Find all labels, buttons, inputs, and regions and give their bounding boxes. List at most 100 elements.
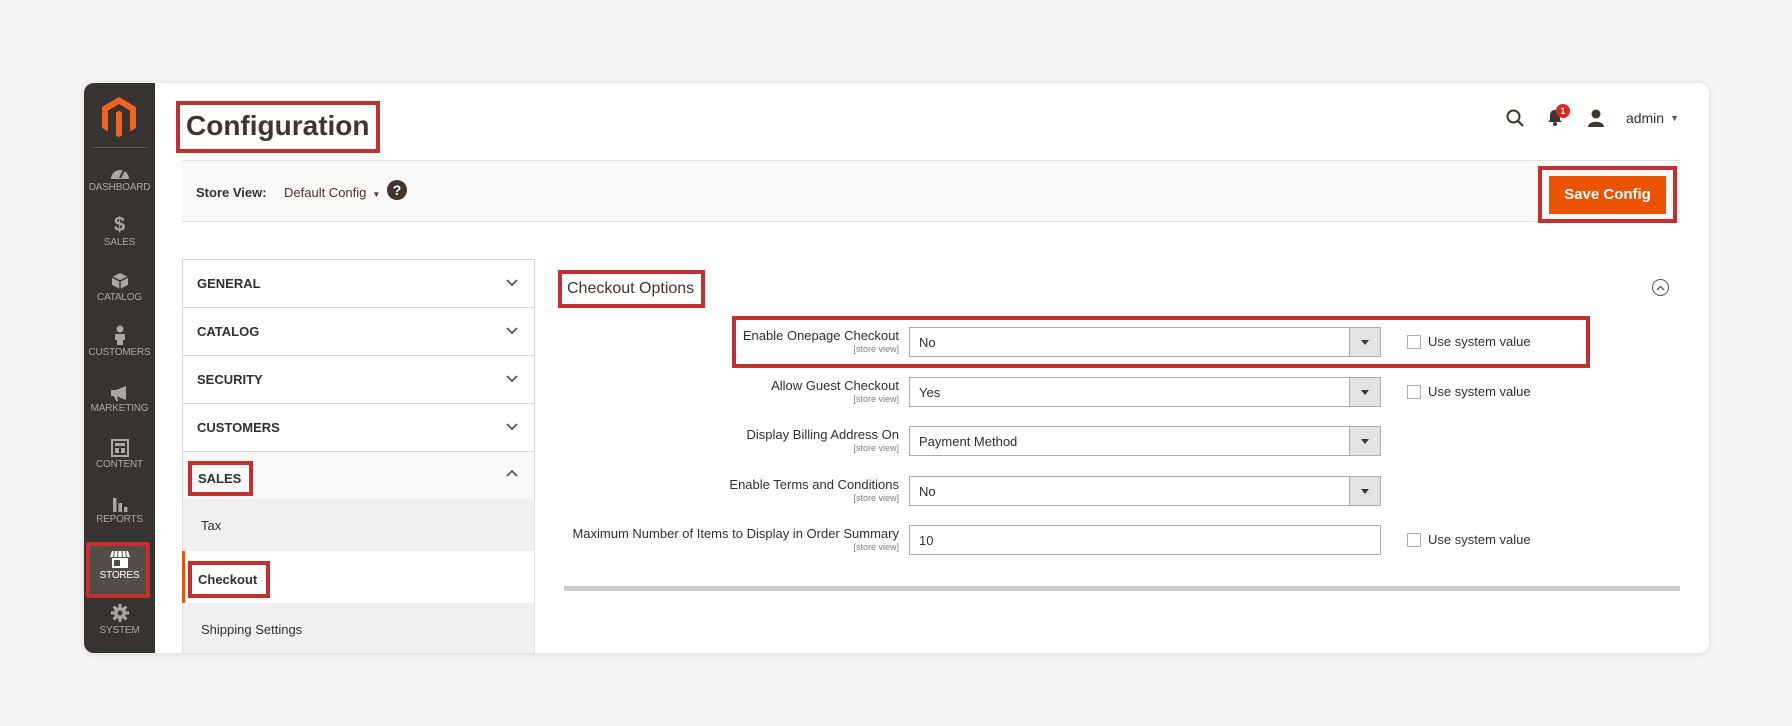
- person-icon: [114, 325, 125, 345]
- notification-count-badge: 1: [1555, 104, 1570, 118]
- config-item-label: Shipping Settings: [201, 622, 303, 637]
- section-title[interactable]: Checkout Options: [558, 270, 706, 308]
- checkbox[interactable]: [1407, 384, 1421, 399]
- store-view-bar: Store View: Default Config ▼ ? Save Confi…: [182, 160, 1680, 223]
- chevron-down-icon: [506, 423, 518, 431]
- rail-item-reports[interactable]: REPORTS: [84, 490, 155, 544]
- dropdown-arrow-icon: [1349, 378, 1380, 406]
- field-row-max-items-order-summary: Maximum Number of Items to Display in Or…: [558, 525, 1678, 555]
- select-value: No: [919, 484, 936, 499]
- config-section-security[interactable]: SECURITY: [182, 355, 535, 404]
- config-section-customers[interactable]: CUSTOMERS: [182, 403, 535, 452]
- config-item-shipping-settings[interactable]: Shipping Settings: [182, 603, 535, 653]
- config-section-sales[interactable]: SALES: [182, 451, 535, 500]
- dropdown-arrow-icon: [1349, 477, 1380, 505]
- field-row-display-billing-address-on: Display Billing Address On [store view] …: [558, 426, 1678, 456]
- cube-icon: [111, 273, 128, 289]
- chevron-down-icon: [506, 375, 518, 383]
- use-system-value-label: Use system value: [1428, 532, 1531, 547]
- rail-separator: [92, 147, 147, 148]
- rail-item-sales[interactable]: $ SALES: [84, 213, 155, 267]
- magento-logo[interactable]: [98, 95, 140, 139]
- rail-label: CATALOG: [97, 292, 142, 303]
- rail-label: MARKETING: [90, 403, 149, 414]
- config-item-tax[interactable]: Tax: [182, 499, 535, 551]
- use-system-value-checkbox[interactable]: Use system value: [1407, 334, 1531, 349]
- layout-icon: [110, 439, 129, 457]
- header-actions: 1 admin ▼: [1484, 104, 1679, 130]
- field-row-allow-guest-checkout: Allow Guest Checkout [store view] Yes Us…: [558, 377, 1678, 407]
- use-system-value-label: Use system value: [1428, 384, 1531, 399]
- save-config-button[interactable]: Save Config: [1549, 175, 1666, 214]
- use-system-value-checkbox[interactable]: Use system value: [1407, 532, 1531, 547]
- dollar-icon: $: [114, 214, 125, 236]
- config-section-label: SECURITY: [197, 372, 263, 387]
- admin-sidebar: DASHBOARD $ SALES CATALOG CUSTOMERS MARK…: [84, 83, 155, 653]
- rail-item-content[interactable]: CONTENT: [84, 435, 155, 489]
- megaphone-icon: [110, 386, 126, 401]
- rail-label: STORES: [99, 570, 140, 581]
- rail-label: SYSTEM: [99, 625, 140, 636]
- admin-username: admin: [1625, 110, 1665, 126]
- display-billing-address-select[interactable]: Payment Method: [909, 426, 1381, 456]
- field-label: Enable Onepage Checkout: [742, 328, 899, 343]
- chevron-down-icon: ▼: [1670, 113, 1679, 123]
- max-items-input[interactable]: 10: [909, 525, 1381, 555]
- rail-label: DASHBOARD: [88, 182, 151, 193]
- rail-item-stores[interactable]: STORES: [84, 542, 155, 600]
- scope-hint: [store view]: [853, 394, 899, 404]
- scope-hint: [store view]: [853, 344, 899, 354]
- dropdown-arrow-icon: [1349, 328, 1380, 356]
- admin-user-menu[interactable]: admin ▼: [1626, 110, 1679, 126]
- fieldset-divider: [564, 586, 1680, 591]
- rail-item-customers[interactable]: CUSTOMERS: [84, 323, 155, 377]
- use-system-value-checkbox[interactable]: Use system value: [1407, 384, 1531, 399]
- config-tabs: GENERAL CATALOG SECURITY CUSTOMERS SALES…: [182, 259, 535, 653]
- field-label: Display Billing Address On: [746, 427, 899, 442]
- config-section-label: CATALOG: [197, 324, 260, 339]
- field-label: Enable Terms and Conditions: [729, 477, 899, 492]
- scope-hint: [store view]: [853, 443, 899, 453]
- select-value: Yes: [919, 385, 941, 400]
- chevron-down-icon: [506, 279, 518, 287]
- rail-label: SALES: [103, 237, 136, 248]
- checkbox[interactable]: [1407, 334, 1421, 349]
- user-icon[interactable]: [1587, 109, 1604, 127]
- notifications-button[interactable]: 1: [1546, 104, 1570, 128]
- field-row-enable-onepage-checkout: Enable Onepage Checkout [store view] No …: [558, 327, 1678, 357]
- allow-guest-checkout-select[interactable]: Yes: [909, 377, 1381, 407]
- config-section-label: SALES: [188, 461, 254, 496]
- checkbox[interactable]: [1407, 532, 1421, 547]
- bar-chart-icon: [112, 498, 127, 512]
- select-value: No: [919, 335, 936, 350]
- rail-item-system[interactable]: SYSTEM: [84, 601, 155, 653]
- help-icon[interactable]: ?: [387, 180, 407, 200]
- dashboard-icon: [110, 169, 129, 179]
- chevron-down-icon: [506, 327, 518, 335]
- config-section-catalog[interactable]: CATALOG: [182, 307, 535, 356]
- store-view-switcher[interactable]: Default Config ▼: [284, 185, 380, 200]
- chevron-down-icon: ▼: [372, 190, 381, 199]
- store-view-value: Default Config: [284, 185, 367, 200]
- enable-terms-select[interactable]: No: [909, 476, 1381, 506]
- storefront-icon: [109, 550, 130, 568]
- select-value: Payment Method: [919, 434, 1018, 449]
- scope-hint: [store view]: [853, 493, 899, 503]
- collapse-icon[interactable]: [1652, 279, 1669, 296]
- config-item-checkout[interactable]: Checkout: [182, 551, 535, 603]
- enable-onepage-checkout-select[interactable]: No: [909, 327, 1381, 357]
- search-icon[interactable]: [1506, 109, 1524, 127]
- rail-item-catalog[interactable]: CATALOG: [84, 268, 155, 322]
- field-row-enable-terms-and-conditions: Enable Terms and Conditions [store view]…: [558, 476, 1678, 506]
- page-title: Configuration: [176, 101, 380, 153]
- gear-icon: [110, 604, 129, 622]
- config-item-label: Checkout: [188, 561, 271, 598]
- rail-item-dashboard[interactable]: DASHBOARD: [84, 158, 155, 212]
- field-label: Allow Guest Checkout: [771, 378, 899, 393]
- config-section-general[interactable]: GENERAL: [182, 259, 535, 308]
- rail-item-marketing[interactable]: MARKETING: [84, 379, 155, 433]
- save-config-highlight: Save Config: [1538, 166, 1677, 223]
- store-view-label: Store View:: [196, 185, 267, 200]
- field-label: Maximum Number of Items to Display in Or…: [572, 526, 899, 541]
- config-item-label: Tax: [201, 518, 222, 533]
